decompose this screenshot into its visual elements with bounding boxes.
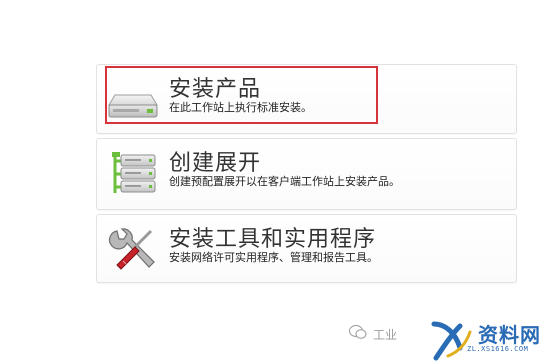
logo-text: 资料网 xyxy=(478,323,541,347)
wechat-icon xyxy=(349,325,367,339)
option-description: 创建预配置展开以在客户端工作站上安装产品。 xyxy=(169,175,400,188)
watermark-text: 工业 xyxy=(373,328,398,342)
tools-icon xyxy=(109,228,155,270)
hard-drive-icon xyxy=(108,94,158,118)
install-product-option[interactable]: 安装产品 在此工作站上执行标准安装。 xyxy=(96,64,517,134)
option-description: 在此工作站上执行标准安装。 xyxy=(169,101,312,114)
option-description: 安装网络许可实用程序、管理和报告工具。 xyxy=(169,251,378,264)
logo-url: ZL.XS1616.COM xyxy=(467,345,529,353)
install-tools-option[interactable]: 安装工具和实用程序 安装网络许可实用程序、管理和报告工具。 xyxy=(96,214,517,283)
server-deploy-icon xyxy=(112,152,156,193)
create-deployment-option[interactable]: 创建展开 创建预配置展开以在客户端工作站上安装产品。 xyxy=(96,138,517,210)
